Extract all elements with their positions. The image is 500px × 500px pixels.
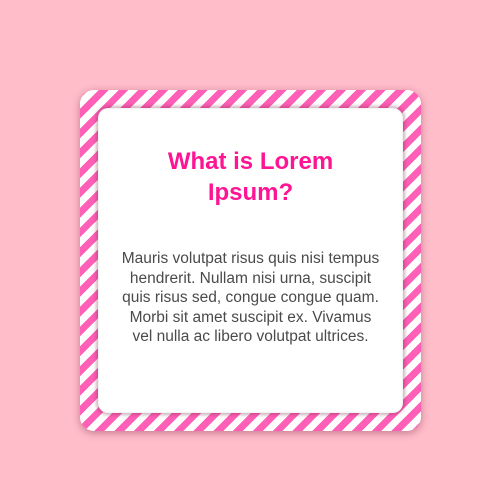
card-title: What is Lorem Ipsum? bbox=[167, 148, 334, 206]
candy-stripe-frame: What is Lorem Ipsum? Mauris volutpat ris… bbox=[80, 90, 421, 431]
content-card: What is Lorem Ipsum? Mauris volutpat ris… bbox=[98, 108, 403, 413]
card-body-text: Mauris volutpat risus quis nisi tempus h… bbox=[121, 250, 380, 345]
